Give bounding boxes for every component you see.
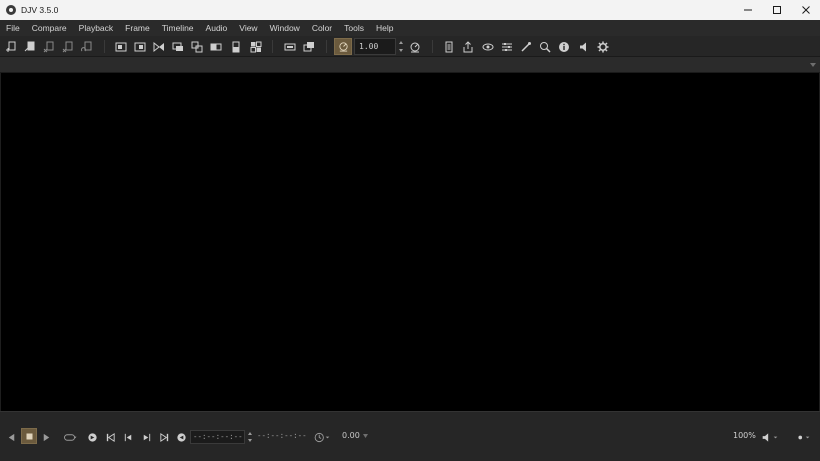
compare-overlay-icon[interactable] bbox=[171, 40, 185, 53]
export-icon[interactable] bbox=[461, 40, 475, 53]
menu-frame[interactable]: Frame bbox=[119, 20, 156, 36]
speed-toggle-button[interactable] bbox=[334, 38, 352, 55]
previous-frame-icon[interactable] bbox=[121, 431, 135, 444]
maximize-button[interactable] bbox=[762, 0, 791, 20]
playback-bar bbox=[0, 411, 820, 461]
speed-toggle-icon bbox=[338, 42, 348, 52]
files-icon[interactable] bbox=[442, 40, 456, 53]
in-point-icon[interactable] bbox=[85, 431, 99, 444]
toolbar-separator bbox=[432, 40, 433, 53]
menu-timeline[interactable]: Timeline bbox=[156, 20, 200, 36]
menu-file[interactable]: File bbox=[0, 20, 26, 36]
main-toolbar bbox=[0, 36, 820, 57]
menu-view[interactable]: View bbox=[233, 20, 263, 36]
go-to-end-icon[interactable] bbox=[157, 431, 171, 444]
compare-tile-icon[interactable] bbox=[249, 40, 263, 53]
duration-label: --:--:--:-- bbox=[257, 431, 307, 440]
app-logo-icon bbox=[6, 5, 16, 15]
play-forward-icon[interactable] bbox=[39, 431, 53, 444]
menu-color[interactable]: Color bbox=[306, 20, 338, 36]
view-icon[interactable] bbox=[481, 40, 495, 53]
window-title: DJV 3.5.0 bbox=[21, 5, 59, 15]
window-controls bbox=[733, 0, 820, 20]
fps-dropdown-icon[interactable] bbox=[363, 434, 368, 438]
file-open-icon[interactable] bbox=[4, 40, 18, 53]
time-units-icon[interactable] bbox=[311, 431, 333, 444]
fps-label[interactable]: 0.00 bbox=[342, 431, 360, 440]
menu-window[interactable]: Window bbox=[264, 20, 306, 36]
out-point-icon[interactable] bbox=[174, 431, 188, 444]
volume-label: 100% bbox=[733, 431, 756, 440]
compare-horizontal-icon[interactable] bbox=[209, 40, 223, 53]
playback-options-icon[interactable] bbox=[792, 431, 814, 444]
speed-input[interactable]: 1.00 bbox=[354, 38, 396, 55]
compare-vertical-icon[interactable] bbox=[229, 40, 243, 53]
color-icon[interactable] bbox=[500, 40, 514, 53]
compare-wipe-icon[interactable] bbox=[152, 40, 166, 53]
menu-help[interactable]: Help bbox=[370, 20, 399, 36]
stop-button[interactable] bbox=[21, 428, 37, 444]
close-button[interactable] bbox=[791, 0, 820, 20]
file-close-all-icon[interactable] bbox=[42, 40, 56, 53]
file-next-icon[interactable] bbox=[61, 40, 75, 53]
color-picker-icon[interactable] bbox=[519, 40, 533, 53]
magnify-icon[interactable] bbox=[538, 40, 552, 53]
menu-playback[interactable]: Playback bbox=[73, 20, 120, 36]
float-on-top-icon[interactable] bbox=[302, 40, 316, 53]
menu-bar: File Compare Playback Frame Timeline Aud… bbox=[0, 20, 820, 36]
info-icon[interactable] bbox=[557, 40, 571, 53]
file-close-icon[interactable] bbox=[23, 40, 37, 53]
compare-b-icon[interactable] bbox=[133, 40, 147, 53]
next-frame-icon[interactable] bbox=[139, 431, 153, 444]
volume-icon[interactable] bbox=[758, 431, 782, 444]
menu-compare[interactable]: Compare bbox=[26, 20, 73, 36]
toolbar-separator bbox=[272, 40, 273, 53]
toolbar-separator bbox=[104, 40, 105, 53]
speed-spinner-icon[interactable] bbox=[398, 39, 404, 54]
menu-tools[interactable]: Tools bbox=[338, 20, 370, 36]
play-reverse-icon[interactable] bbox=[4, 431, 18, 444]
speed-reset-icon[interactable] bbox=[408, 40, 422, 53]
audio-icon[interactable] bbox=[577, 40, 591, 53]
settings-icon[interactable] bbox=[596, 40, 610, 53]
image-viewport[interactable] bbox=[1, 73, 819, 411]
full-screen-icon[interactable] bbox=[283, 40, 297, 53]
menu-audio[interactable]: Audio bbox=[200, 20, 234, 36]
time-spinner-icon[interactable] bbox=[247, 430, 253, 444]
chevron-down-icon[interactable] bbox=[810, 62, 816, 68]
title-bar: DJV 3.5.0 bbox=[0, 0, 820, 20]
tab-strip bbox=[0, 57, 820, 73]
file-reload-icon[interactable] bbox=[80, 40, 94, 53]
compare-difference-icon[interactable] bbox=[190, 40, 204, 53]
current-time-field[interactable]: --:--:--:-- bbox=[190, 430, 245, 444]
compare-a-icon[interactable] bbox=[114, 40, 128, 53]
loop-icon[interactable] bbox=[60, 431, 80, 444]
go-to-start-icon[interactable] bbox=[103, 431, 117, 444]
stop-icon bbox=[26, 433, 32, 439]
toolbar-separator bbox=[326, 40, 327, 53]
minimize-button[interactable] bbox=[733, 0, 762, 20]
